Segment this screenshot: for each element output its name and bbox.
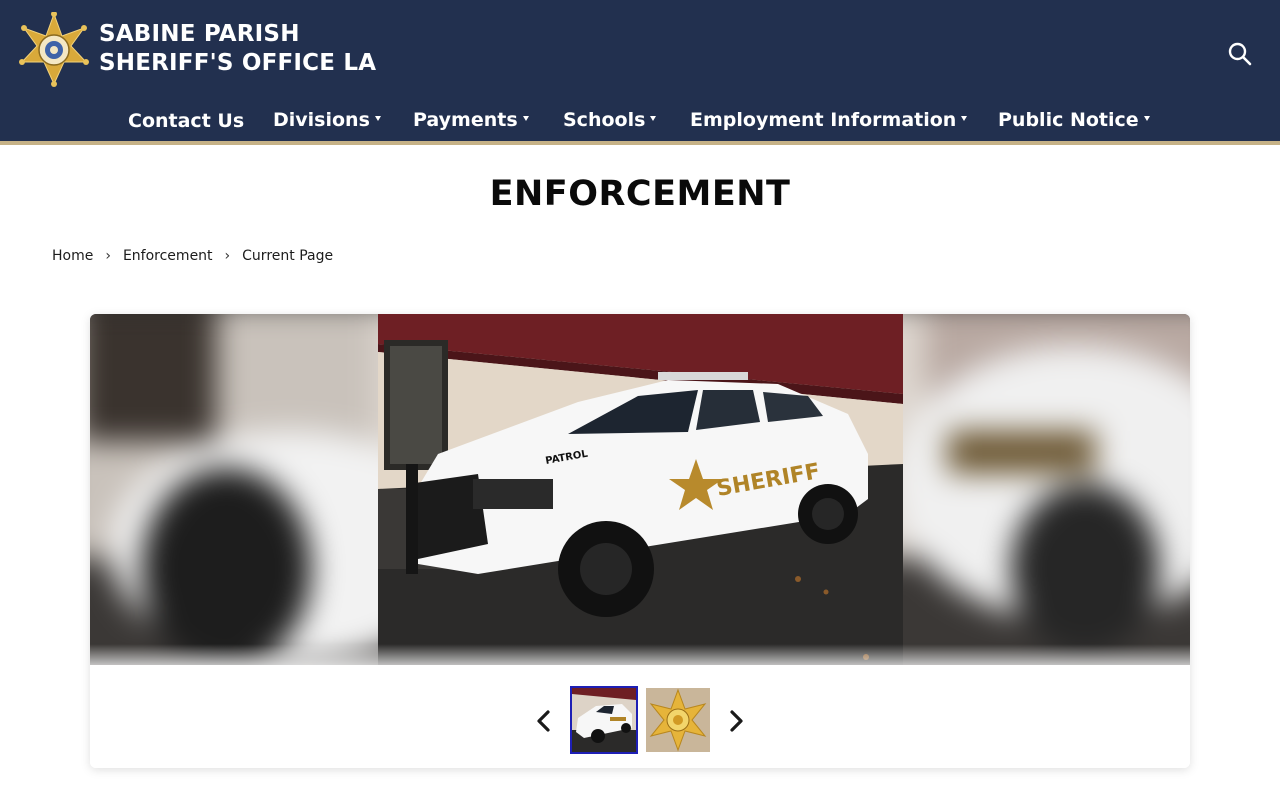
- gallery-stage: SHERIFF PATROL: [90, 314, 1190, 665]
- breadcrumb-separator: ›: [224, 248, 231, 264]
- site-title[interactable]: SABINE PARISH SHERIFF'S OFFICE LA: [99, 20, 376, 78]
- breadcrumb-separator: ›: [105, 248, 111, 264]
- gallery-thumbnail-1[interactable]: [570, 686, 638, 754]
- gallery-thumbnails: [90, 674, 1190, 768]
- main-nav: Contact Us Divisions Payments Schools Em…: [0, 100, 1280, 140]
- image-gallery: SHERIFF PATROL: [90, 314, 1190, 768]
- caret-down-icon: [1143, 116, 1150, 121]
- breadcrumb-home[interactable]: Home: [52, 248, 93, 264]
- caret-down-icon: [522, 116, 529, 121]
- site-title-line2: SHERIFF'S OFFICE LA: [99, 50, 377, 76]
- nav-item-label: Schools: [563, 109, 646, 131]
- header-divider: [0, 141, 1280, 145]
- search-icon[interactable]: [1226, 40, 1254, 68]
- sheriff-star-badge-thumbnail: [646, 688, 710, 752]
- site-header: SABINE PARISH SHERIFF'S OFFICE LA Contac…: [0, 0, 1280, 141]
- nav-item-divisions[interactable]: Divisions: [273, 107, 381, 133]
- page-title: ENFORCEMENT: [489, 174, 791, 214]
- caret-down-icon: [961, 116, 968, 121]
- nav-item-contact-us[interactable]: Contact Us: [128, 108, 244, 134]
- breadcrumb: Home › Enforcement › Current Page: [52, 248, 333, 264]
- nav-item-schools[interactable]: Schools: [563, 107, 657, 133]
- nav-item-public-notice[interactable]: Public Notice: [998, 107, 1150, 133]
- caret-down-icon: [650, 116, 657, 121]
- chevron-right-icon[interactable]: [723, 706, 749, 736]
- patrol-suv-thumbnail: [572, 688, 636, 752]
- gallery-main-image[interactable]: SHERIFF PATROL: [378, 314, 903, 665]
- breadcrumb-enforcement[interactable]: Enforcement: [123, 248, 213, 264]
- nav-item-label: Contact Us: [128, 110, 245, 132]
- chevron-left-icon[interactable]: [531, 706, 557, 736]
- nav-item-label: Employment Information: [690, 109, 957, 131]
- nav-item-label: Public Notice: [998, 109, 1139, 131]
- gallery-thumbnail-2[interactable]: [646, 688, 710, 752]
- breadcrumb-current-page: Current Page: [242, 248, 334, 264]
- site-title-line1: SABINE PARISH: [99, 21, 300, 47]
- nav-item-label: Payments: [413, 109, 518, 131]
- gallery-stage-fade: [90, 644, 1190, 665]
- sheriff-star-logo[interactable]: [18, 12, 90, 88]
- nav-item-label: Divisions: [273, 109, 370, 131]
- nav-item-employment-information[interactable]: Employment Information: [690, 107, 968, 133]
- caret-down-icon: [374, 116, 381, 121]
- nav-item-payments[interactable]: Payments: [413, 107, 529, 133]
